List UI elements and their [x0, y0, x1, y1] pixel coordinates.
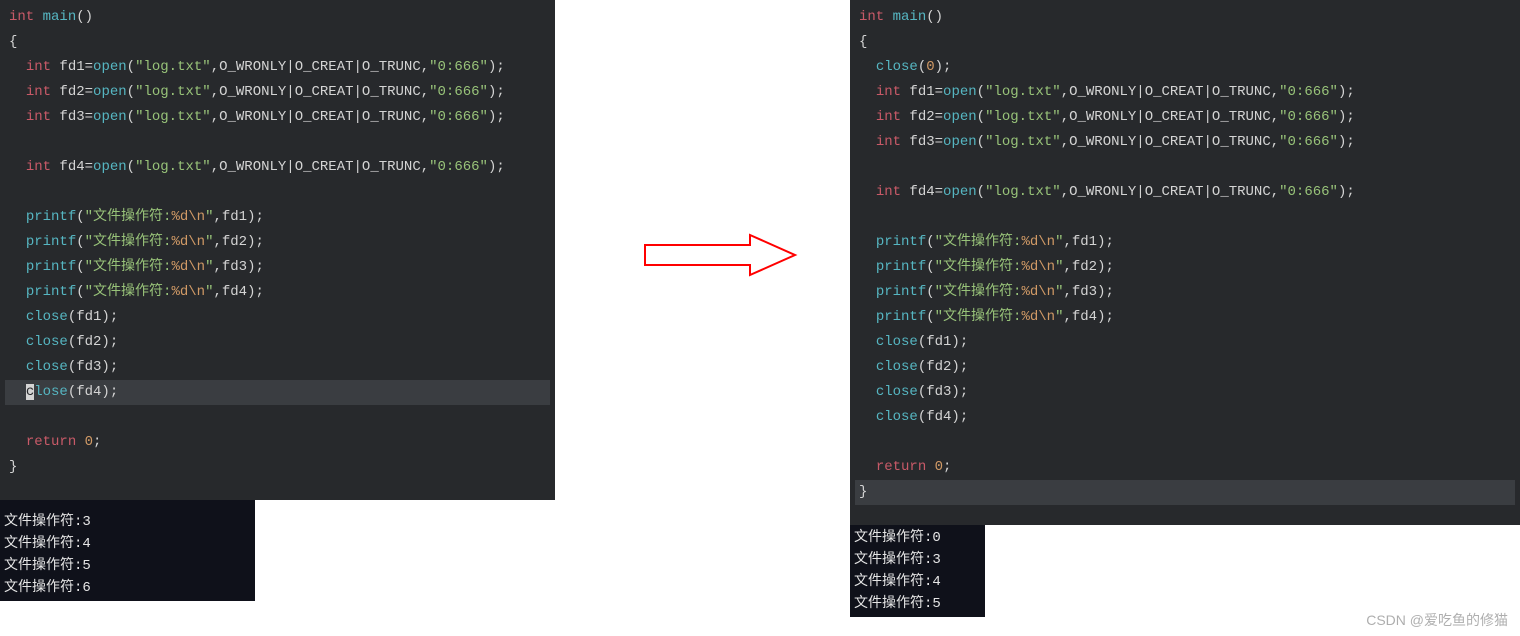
- right-output: 文件操作符:0文件操作符:3文件操作符:4文件操作符:5: [850, 525, 985, 617]
- output-line: 文件操作符:5: [4, 555, 251, 577]
- output-line: 文件操作符:0: [854, 527, 981, 549]
- left-output-strip: [0, 500, 255, 509]
- output-line: 文件操作符:6: [4, 577, 251, 599]
- output-line: 文件操作符:3: [854, 549, 981, 571]
- arrow-icon: [640, 230, 800, 280]
- output-line: 文件操作符:3: [4, 511, 251, 533]
- output-line: 文件操作符:4: [854, 571, 981, 593]
- left-output: 文件操作符:3文件操作符:4文件操作符:5文件操作符:6: [0, 509, 255, 601]
- output-line: 文件操作符:5: [854, 593, 981, 615]
- right-code-editor: int main(){ close(0); int fd1=open("log.…: [850, 0, 1520, 525]
- output-line: 文件操作符:4: [4, 533, 251, 555]
- left-code-editor: int main(){ int fd1=open("log.txt",O_WRO…: [0, 0, 555, 500]
- watermark-text: CSDN @爱吃鱼的修猫: [1366, 610, 1508, 630]
